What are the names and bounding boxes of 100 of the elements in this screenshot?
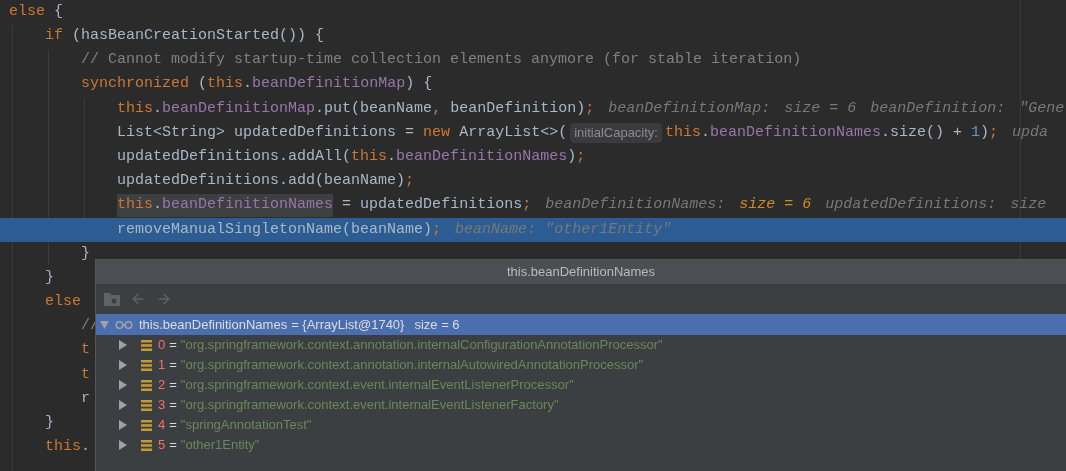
- tree-row[interactable]: 4 = "springAnnotationTest": [96, 415, 1066, 435]
- code-keyword: ;: [585, 98, 595, 119]
- code-text: }: [81, 243, 91, 264]
- code-field: beanDefinitionNames: [396, 145, 568, 169]
- variable-name: this.beanDefinitionNames: [139, 315, 288, 334]
- code-field: beanDefinitionNames: [710, 121, 882, 145]
- element-index: 2: [158, 376, 166, 395]
- element-value: "springAnnotationTest": [180, 416, 312, 435]
- popup-title: this.beanDefinitionNames: [506, 263, 656, 282]
- code-keyword: ;: [522, 195, 532, 216]
- tree-row[interactable]: 1 = "org.springframework.context.annotation.internalAutowiredAnnotationProcessor": [96, 355, 1066, 375]
- tree-row[interactable]: 3 = "org.springframework.context.event.internalEventListenerFactory": [96, 395, 1066, 415]
- element-index: 0: [158, 336, 166, 355]
- element-value: "org.springframework.context.annotation.internalConfigurationAnnotationProcessor": [180, 336, 663, 355]
- code-text: beanDefinition): [450, 98, 586, 119]
- code-comment: // Cannot modify startup-time collection elements anymore (for stable iteration): [81, 50, 802, 71]
- code-keyword: ;: [576, 146, 586, 167]
- code-text: updatedDefinitions.add(beanName): [117, 171, 406, 192]
- code-text: }: [45, 267, 55, 288]
- code-keyword: ;: [432, 219, 442, 240]
- code-text: List<String> updatedDefinitions =: [117, 122, 416, 143]
- code-text: {: [54, 1, 64, 22]
- element-index: 1: [158, 356, 166, 375]
- inline-value-hint: beanDefinition:: [870, 98, 1006, 119]
- size-label: size = 6: [414, 315, 460, 334]
- code-text: ): [567, 146, 577, 167]
- code-keyword: synchronized: [81, 74, 190, 95]
- list-item-icon: [141, 419, 152, 431]
- collapsed-triangle-icon[interactable]: [118, 340, 127, 350]
- list-item-icon: [141, 339, 152, 351]
- collapsed-triangle-icon[interactable]: [118, 380, 127, 390]
- inline-value-hint: size: [1010, 195, 1047, 216]
- code-text: updatedDefinitions.addAll(: [117, 146, 352, 167]
- equals-sign: =: [169, 376, 177, 395]
- code-text: ) {: [405, 74, 433, 95]
- code-text: r: [81, 388, 91, 409]
- tree-row[interactable]: this.beanDefinitionNames = {ArrayList@1740} size = 6: [96, 314, 1066, 335]
- element-index: 5: [158, 436, 166, 455]
- variable-value: = {ArrayList@1740}: [291, 315, 405, 334]
- equals-sign: =: [169, 356, 177, 375]
- list-item-icon: [141, 439, 152, 451]
- element-index: 4: [158, 416, 166, 435]
- code-text: ): [980, 122, 990, 143]
- code-text: .: [81, 437, 91, 458]
- code-keyword: t: [81, 340, 91, 361]
- code-text: .: [701, 122, 710, 143]
- inline-value-hint: size = 6: [739, 195, 812, 216]
- collapsed-triangle-icon[interactable]: [118, 400, 127, 410]
- code-keyword: ;: [989, 122, 999, 143]
- code-text: .: [387, 146, 397, 167]
- code-text: .: [153, 98, 163, 119]
- code-text: }: [45, 413, 55, 434]
- code-text: ArrayList<>(: [459, 122, 568, 143]
- equals-sign: =: [169, 416, 177, 435]
- tree-row[interactable]: 2 = "org.springframework.context.event.internalEventListenerProcessor": [96, 375, 1066, 395]
- list-item-icon: [141, 359, 152, 371]
- code-keyword: this: [117, 194, 154, 217]
- code-field: beanDefinitionMap: [252, 73, 406, 96]
- collapsed-triangle-icon[interactable]: [118, 440, 127, 450]
- collapsed-triangle-icon[interactable]: [118, 420, 127, 430]
- code-field: beanDefinitionMap: [162, 97, 316, 121]
- code-keyword: ,: [432, 98, 442, 119]
- list-item-icon: [141, 399, 152, 411]
- element-index: 3: [158, 396, 166, 415]
- inline-value-hint: beanDefinitionMap:: [608, 98, 771, 119]
- equals-sign: =: [169, 396, 177, 415]
- code-text: .put(beanName: [315, 98, 433, 119]
- tree-row[interactable]: 0 = "org.springframework.context.annotation.internalConfigurationAnnotationProcessor": [96, 335, 1066, 355]
- code-keyword: this: [665, 122, 701, 143]
- code-text: = updatedDefinitions: [342, 195, 523, 216]
- code-text: .: [153, 194, 163, 217]
- tree-row[interactable]: 5 = "other1Entity": [96, 435, 1066, 455]
- inline-value-hint: upda: [1012, 122, 1049, 143]
- equals-sign: =: [169, 336, 177, 355]
- code-text: (hasBeanCreationStarted()) {: [72, 26, 325, 47]
- element-value: "org.springframework.context.event.internalEventListenerFactory": [180, 396, 559, 415]
- code-keyword: this: [117, 98, 154, 119]
- code-keyword: else: [45, 292, 82, 313]
- code-keyword: ;: [405, 171, 415, 192]
- equals-sign: =: [169, 436, 177, 455]
- element-value: "org.springframework.context.event.internalEventListenerProcessor": [180, 376, 574, 395]
- inline-value-hint: updatedDefinitions:: [825, 195, 997, 216]
- code-keyword: this: [207, 74, 244, 95]
- element-value: "org.springframework.context.annotation.internalAutowiredAnnotationProcessor": [180, 356, 644, 375]
- inline-value-hint: beanName: "other1Entity": [455, 219, 672, 240]
- code-keyword: if: [45, 26, 64, 47]
- inline-value-hint: size = 6: [784, 98, 857, 119]
- inline-value-hint: "Gene: [1019, 98, 1065, 119]
- parameter-hint: initialCapacity:: [570, 123, 662, 143]
- code-number: 1: [971, 122, 981, 143]
- code-keyword: t: [81, 364, 91, 385]
- element-value: "other1Entity": [180, 436, 260, 455]
- code-keyword: this: [45, 437, 82, 458]
- code-keyword: this: [351, 146, 388, 167]
- code-text: .: [243, 74, 253, 95]
- code-keyword: new: [423, 122, 451, 143]
- code-text: (: [198, 74, 208, 95]
- code-field: beanDefinitionNames: [162, 194, 334, 217]
- collapsed-triangle-icon[interactable]: [118, 360, 127, 370]
- code-text: .size() +: [881, 122, 964, 143]
